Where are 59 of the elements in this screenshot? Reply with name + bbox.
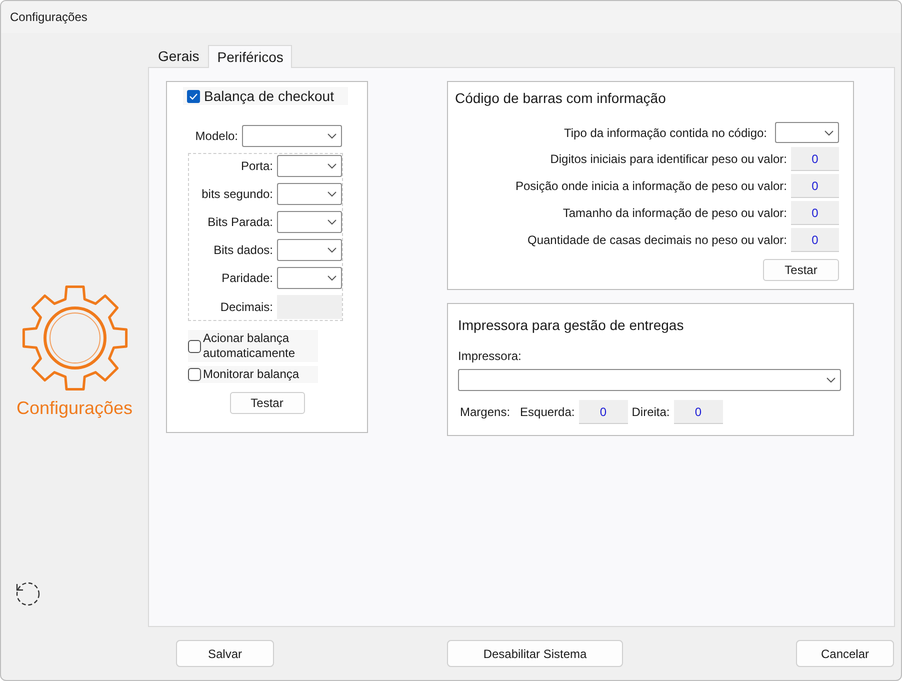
field-label: Impressora: bbox=[458, 348, 522, 365]
dropdown[interactable] bbox=[277, 267, 342, 289]
checkmark-icon bbox=[189, 92, 198, 100]
checkbox[interactable] bbox=[188, 368, 201, 381]
disabled-field bbox=[277, 295, 342, 319]
dropdown[interactable] bbox=[277, 211, 342, 233]
field-label: Tipo da informação contida no código: bbox=[564, 124, 767, 142]
field-label: Tamanho da informação de peso ou valor: bbox=[562, 205, 787, 222]
number-field[interactable]: 0 bbox=[791, 201, 839, 225]
group-title: Impressora para gestão de entregas bbox=[458, 316, 685, 335]
field-label: Paridade: bbox=[222, 270, 273, 287]
field-label: Quantidade de casas decimais no peso ou valor: bbox=[528, 232, 787, 249]
dropdown[interactable] bbox=[775, 122, 839, 143]
checkbox[interactable] bbox=[188, 340, 201, 352]
number-field[interactable]: 0 bbox=[791, 147, 839, 171]
dropdown[interactable] bbox=[277, 183, 342, 205]
window-title: Configurações bbox=[10, 9, 88, 26]
chevron-down-icon bbox=[327, 163, 337, 169]
checkbox-label: Balança de checkout bbox=[204, 86, 334, 106]
number-field[interactable]: 0 bbox=[674, 400, 723, 424]
chevron-down-icon bbox=[327, 191, 337, 197]
number-field[interactable]: 0 bbox=[791, 174, 839, 198]
chevron-down-icon bbox=[824, 130, 834, 136]
field-label: bits segundo: bbox=[202, 186, 273, 203]
dropdown[interactable] bbox=[242, 125, 342, 147]
field-label: Porta: bbox=[240, 158, 273, 175]
field-label: Modelo: bbox=[195, 128, 238, 145]
chevron-down-icon bbox=[327, 247, 337, 253]
dropdown[interactable] bbox=[277, 155, 342, 177]
field-label: Margens: bbox=[460, 404, 510, 421]
field-label: Direita: bbox=[632, 404, 670, 421]
test-button[interactable]: Testar bbox=[230, 392, 304, 414]
field-label: Bits Parada: bbox=[208, 214, 273, 231]
dropdown[interactable] bbox=[458, 369, 841, 391]
group-title: Código de barras com informação bbox=[455, 89, 667, 108]
number-field[interactable]: 0 bbox=[578, 400, 628, 424]
chevron-down-icon bbox=[327, 275, 337, 281]
sidebar-title: Configurações bbox=[16, 397, 133, 420]
checkbox-label: Acionar balança automaticamente bbox=[203, 331, 296, 361]
chevron-down-icon bbox=[327, 133, 337, 139]
field-label: Posição onde inicia a informação de peso ou valor: bbox=[516, 178, 787, 195]
dropdown[interactable] bbox=[277, 239, 342, 261]
dialog-button[interactable]: Desabilitar Sistema bbox=[447, 640, 623, 667]
test-button[interactable]: Testar bbox=[763, 259, 839, 281]
checkbox-label: Monitorar balança bbox=[203, 367, 300, 382]
field-label: Digitos iniciais para identificar peso ou valor: bbox=[550, 151, 787, 168]
field-label: Bits dados: bbox=[214, 242, 273, 259]
field-label: Decimais: bbox=[220, 299, 273, 316]
refresh-icon[interactable] bbox=[14, 580, 42, 608]
tab[interactable]: Gerais bbox=[149, 45, 208, 67]
tab[interactable]: Periféricos bbox=[208, 45, 292, 68]
checkbox[interactable] bbox=[187, 90, 200, 102]
number-field[interactable]: 0 bbox=[791, 228, 839, 252]
dialog-button[interactable]: Salvar bbox=[176, 640, 274, 667]
dialog-button[interactable]: Cancelar bbox=[796, 640, 894, 667]
chevron-down-icon bbox=[327, 219, 337, 225]
field-label: Esquerda: bbox=[520, 404, 575, 421]
gear-icon bbox=[20, 283, 130, 393]
chevron-down-icon bbox=[826, 377, 836, 383]
